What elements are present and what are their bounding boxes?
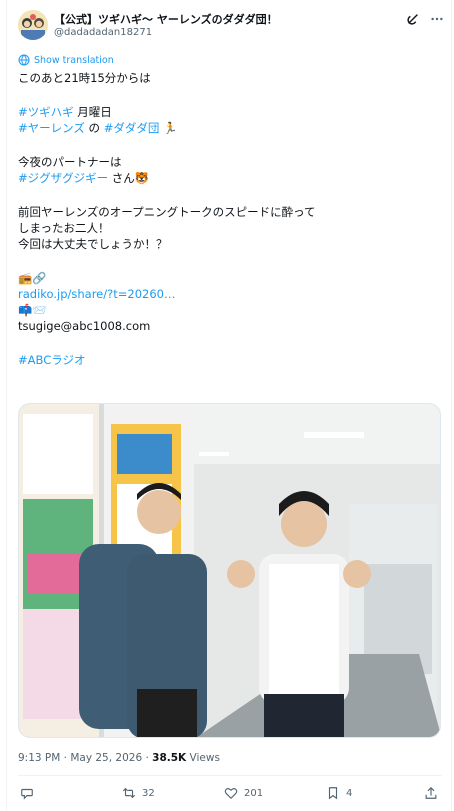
hashtag-tsugihagi[interactable]: #ツギハギ: [18, 105, 74, 119]
tweet-text: このあと21時15分からは #ツギハギ 月曜日 #ヤーレンズ の #ダダダ団 🏃…: [18, 70, 440, 368]
tweet-meta: 9:13 PM · May 25, 2026 · 38.5K Views: [18, 752, 220, 764]
retweet-button[interactable]: 32: [122, 786, 155, 800]
show-translation-link[interactable]: Show translation: [18, 54, 114, 66]
runner-emoji: 🏃: [163, 121, 178, 135]
divider: [18, 775, 442, 776]
email-text: tsugige@abc1008.com: [18, 319, 151, 333]
share-icon: [425, 786, 437, 799]
display-name[interactable]: 【公式】ツギハギ〜 ヤーレンズのダダダ団！: [54, 11, 278, 27]
text-line: このあと21時15分からは: [18, 71, 151, 85]
text-line: 今回は大丈夫でしょうか！？: [18, 237, 168, 251]
bookmark-icon: [328, 787, 338, 800]
user-handle[interactable]: @dadadadan18271: [54, 27, 152, 38]
reply-icon: [21, 788, 33, 800]
text-line: 今夜のパートナーは: [18, 155, 122, 169]
translate-icon: [18, 54, 30, 66]
text-san: さん: [108, 171, 135, 185]
hashtag-abc-radio[interactable]: #ABCラジオ: [18, 353, 86, 367]
text-line: 前回ヤーレンズのオープニングトークのスピードに酔ってしまったお二人！: [18, 205, 316, 235]
action-bar: 32 201 4: [18, 786, 442, 808]
hashtag-dadada[interactable]: #ダダダ団: [104, 121, 160, 135]
share-button[interactable]: [424, 786, 438, 800]
like-count: 201: [244, 787, 264, 799]
tiger-emoji: 🐯: [134, 171, 150, 185]
grok-icon[interactable]: [406, 12, 420, 26]
like-button[interactable]: 201: [224, 786, 263, 800]
more-icon[interactable]: [430, 12, 444, 26]
radio-link-emoji: 📻🔗: [18, 271, 47, 285]
views-label: Views: [186, 752, 220, 764]
reply-button[interactable]: [20, 786, 34, 800]
photo-image: [19, 404, 440, 737]
text-no: の: [84, 121, 104, 135]
text-monday: 月曜日: [73, 105, 112, 119]
mail-emoji: 📫📨: [18, 303, 47, 317]
avatar[interactable]: [18, 10, 48, 40]
views-count: 38.5K: [152, 752, 187, 764]
tweet-header: 【公式】ツギハギ〜 ヤーレンズのダダダ団！ @dadadadan18271: [18, 10, 444, 44]
hashtag-zigzag[interactable]: #ジグザグジギー: [18, 171, 108, 185]
retweet-count: 32: [142, 787, 155, 799]
radiko-link[interactable]: radiko.jp/share/?t=20260…: [18, 287, 175, 301]
retweet-icon: [122, 787, 136, 799]
bookmark-button[interactable]: 4: [326, 786, 352, 800]
like-icon: [224, 788, 238, 800]
bookmark-count: 4: [346, 787, 353, 799]
tweet-photo[interactable]: [18, 403, 441, 738]
timestamp[interactable]: 9:13 PM · May 25, 2026 ·: [18, 752, 152, 764]
hashtag-yarlens[interactable]: #ヤーレンズ: [18, 121, 85, 135]
show-translation-label: Show translation: [34, 54, 114, 66]
